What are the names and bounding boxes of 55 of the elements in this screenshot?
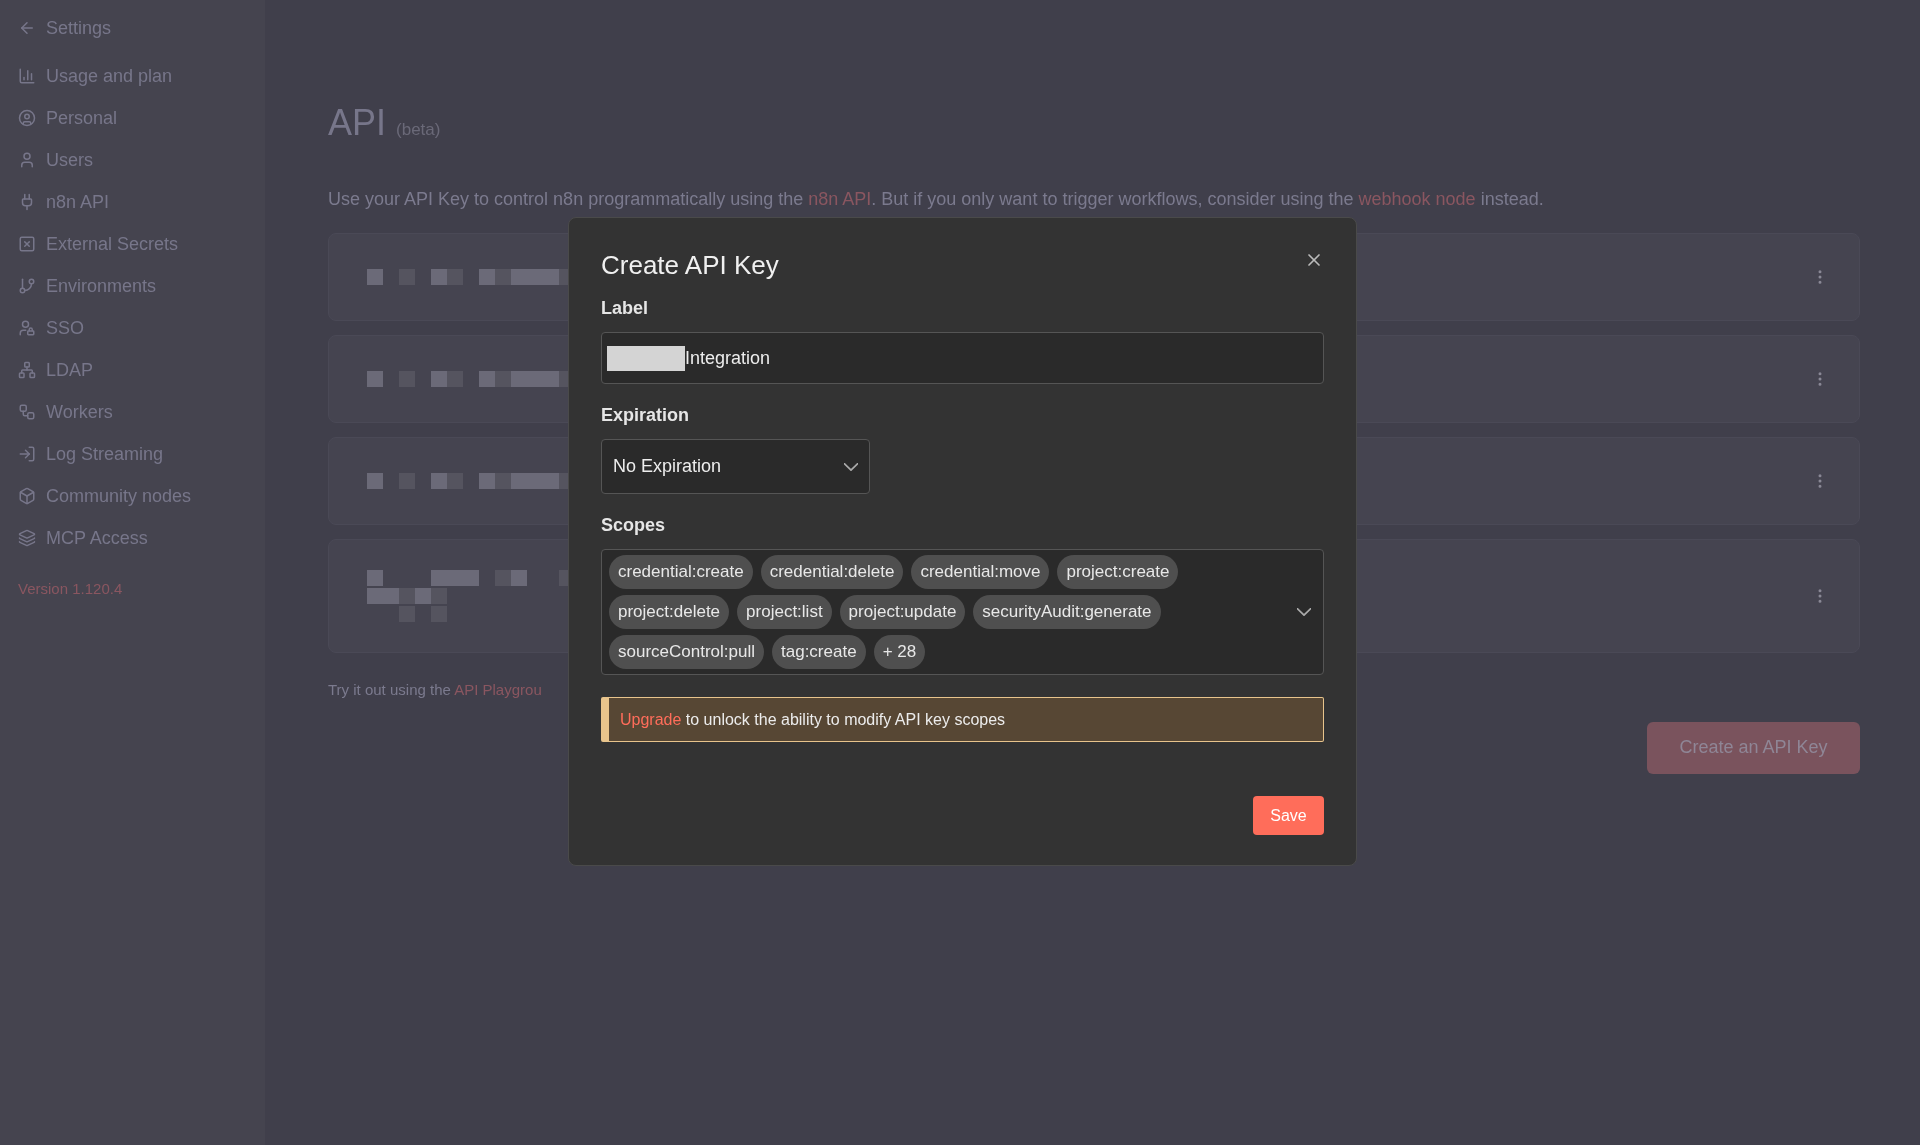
webhook-node-link[interactable]: webhook node [1358,189,1476,209]
upgrade-link[interactable]: Upgrade [620,710,682,728]
chevron-down-icon [1297,608,1311,616]
scope-chip: tag:create [772,635,866,669]
scope-chip: credential:move [911,555,1050,589]
scope-chip: project:create [1057,555,1179,589]
scope-chip: credential:create [609,555,753,589]
sidebar-item[interactable]: n8n API [18,190,247,214]
sidebar-item[interactable]: External Secrets [18,232,247,256]
page-description: Use your API Key to control n8n programmatically using the n8n API. But if you only want to trigger workflows, consider using the webhook node instead. [328,188,1545,211]
sidebar-item[interactable]: Usage and plan [18,64,247,88]
sidebar-item[interactable]: Personal [18,106,247,130]
network-icon [18,361,36,379]
sidebar-item[interactable]: SSO [18,316,247,340]
n8n-api-link[interactable]: n8n API [808,189,872,209]
expiration-select[interactable]: No Expiration [601,439,870,494]
scope-chip: project:delete [609,595,730,629]
square-x-icon [18,235,36,253]
sidebar-item[interactable]: Environments [18,274,247,298]
sidebar-item[interactable]: Workers [18,400,247,424]
log-in-icon [18,445,36,463]
save-button[interactable]: Save [1253,796,1324,835]
notice-text: Upgrade to unlock the ability to modify API key scopes [620,709,1006,730]
scope-chip: credential:delete [760,555,904,589]
sidebar-item[interactable]: Users [18,148,247,172]
page-title: API [328,101,387,145]
user-lock-icon [18,319,36,337]
version-label: Version 1.120.4 [18,579,124,599]
scopes-label: Scopes [601,514,667,537]
scope-chip: securityAudit:generate [973,595,1161,629]
chevron-down-icon [844,462,858,471]
branch-icon [18,277,36,295]
sidebar-item[interactable]: LDAP [18,358,247,382]
scope-chip: project:list [737,595,832,629]
scope-chip: + 28 [873,635,926,669]
layers-icon [18,529,36,547]
label-input-field[interactable]: Integration [601,332,1324,384]
scope-chip: sourceControl:pull [609,635,764,669]
user-circle-icon [18,109,36,127]
sidebar-item[interactable]: Log Streaming [18,442,247,466]
dialog-title: Create API Key [601,249,779,282]
expiration-label: Expiration [601,404,690,427]
create-api-key-button[interactable]: Create an API Key [1647,721,1860,774]
user-icon [18,151,36,169]
bar-chart-icon [18,67,36,85]
label-field-label: Label [601,297,649,320]
label-value: Integration [685,346,771,370]
sidebar-item[interactable]: Community nodes [18,484,247,508]
sidebar-item[interactable]: MCP Access [18,526,247,550]
scope-chip: project:update [839,595,966,629]
cube-icon [18,487,36,505]
api-playground-link[interactable]: API Playgrou [454,681,542,698]
workflow-icon [18,403,36,421]
back-button[interactable]: Settings [18,16,247,40]
scopes-select[interactable]: credential:create credential:delete credential:move project:create project:delete project:list project:update securityAudit:generate sourceControl:pull tag:create + 28 [601,549,1324,675]
